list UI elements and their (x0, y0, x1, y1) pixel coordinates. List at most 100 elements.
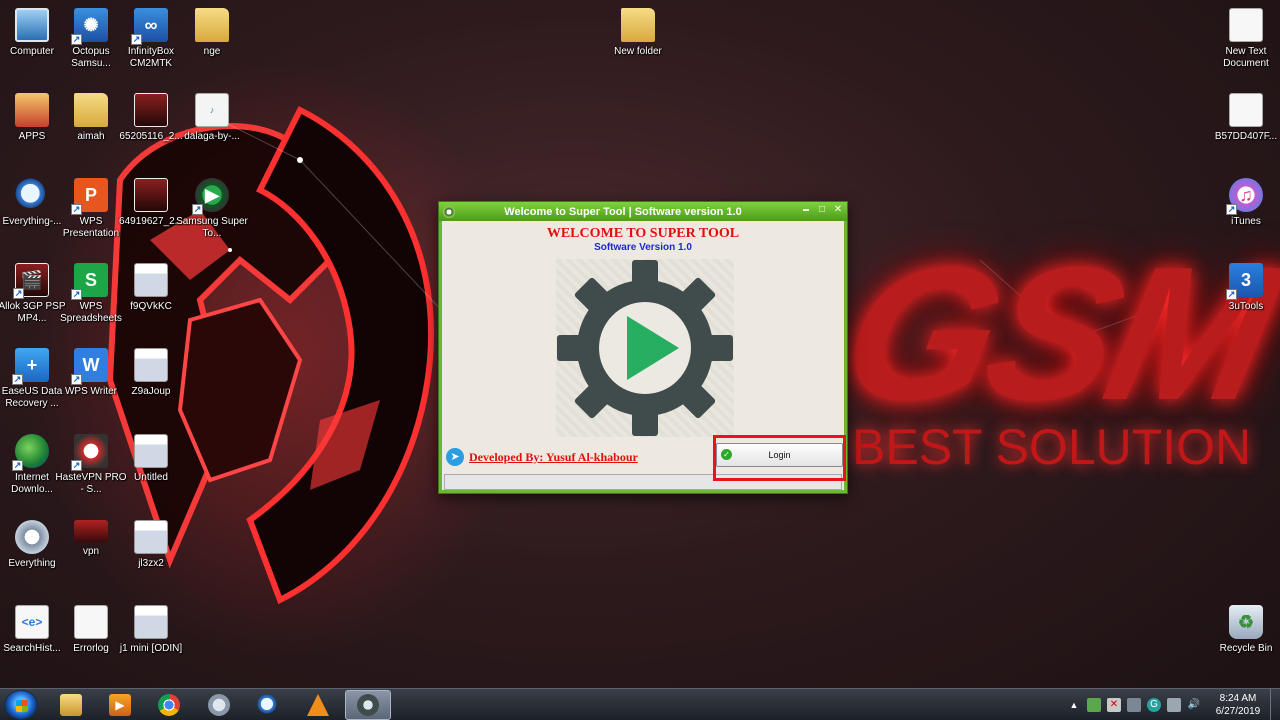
desktop-icon-wps-spreadsheets[interactable]: S ↗ WPS Spreadsheets (59, 263, 123, 325)
desktop-icon-b57dd407f[interactable]: B57DD407F... (1214, 93, 1278, 143)
tray-green-icon[interactable]: G (1147, 698, 1161, 712)
developer-link[interactable]: Developed By: Yusuf Al-khabour (469, 450, 638, 465)
desktop-icon-untitled[interactable]: Untitled (119, 434, 183, 484)
driver-tool-icon (208, 694, 230, 716)
desktop-icon-label: vpn (82, 546, 100, 557)
desktop-icon-label: Samsung Super To... (176, 216, 248, 239)
desktop-icon-everything[interactable]: Everything (0, 520, 64, 570)
screenshot-icon (134, 348, 168, 382)
login-button[interactable]: ✓ Login (716, 443, 843, 467)
vlc-icon (307, 694, 329, 716)
desktop-icon-label: 3uTools (1228, 301, 1264, 312)
desktop-icon-label: jl3zx2 (138, 558, 164, 569)
screenshot-icon (134, 605, 168, 639)
taskbar: ▶ ▲ ✕ G 🔊 8:24 AM 6/27/2019 (0, 688, 1280, 720)
show-hidden-icons-icon[interactable]: ▲ (1067, 698, 1081, 712)
telegram-icon[interactable]: ➤ (446, 448, 464, 466)
desktop-icon-label: j1 mini [ODIN] (119, 643, 183, 654)
image-icon (134, 93, 168, 127)
taskbar-search-tool[interactable] (245, 690, 291, 720)
infinitybox-icon: ∞ ↗ (131, 8, 168, 45)
file-explorer-icon (60, 694, 82, 716)
search-tool-icon (257, 694, 279, 716)
taskbar-driver-tool[interactable] (196, 690, 242, 720)
octopus-icon: ✺ ↗ (71, 8, 108, 45)
desktop-icon-easeus[interactable]: + ↗ EaseUS Data Recovery ... (0, 348, 64, 410)
3utools-icon: 3 ↗ (1226, 263, 1263, 300)
idm-icon: ↗ (12, 434, 49, 471)
maximize-button[interactable]: □ (817, 203, 827, 217)
wallpaper-tagline: BEST SOLUTION (852, 419, 1252, 475)
media-player-icon: ▶ (109, 694, 131, 716)
developer-row: ➤ Developed By: Yusuf Al-khabour (446, 448, 638, 466)
check-icon: ✓ (721, 449, 732, 460)
itunes-icon: ♫ ↗ (1226, 178, 1263, 215)
desktop-icon-label: Z9aJoup (131, 386, 171, 397)
image-icon (134, 178, 168, 212)
vpn-icon (74, 520, 108, 542)
title-bar[interactable]: Welcome to Super Tool | Software version… (439, 202, 847, 221)
minimize-button[interactable]: ▬ (801, 203, 811, 217)
clock-date: 6/27/2019 (1215, 706, 1261, 717)
taskbar-media-player[interactable]: ▶ (97, 690, 143, 720)
desktop-icon-infinitybox[interactable]: ∞ ↗ InfinityBox CM2MTK (119, 8, 183, 70)
desktop-icon-hastevpn[interactable]: ↗ HasteVPN PRO - S... (55, 434, 127, 496)
logo-area (556, 259, 734, 437)
window-controls: ▬ □ ✕ (801, 203, 843, 217)
desktop-icon-wps-presentation[interactable]: P ↗ WPS Presentation (59, 178, 123, 240)
desktop-icon-3utools[interactable]: 3 ↗ 3uTools (1214, 263, 1278, 313)
super-tool-icon (357, 694, 379, 716)
desktop-icon-z9ajoup[interactable]: Z9aJoup (119, 348, 183, 398)
desktop-icon-dalaga[interactable]: ♪ dalaga-by-... (180, 93, 244, 143)
wps-writer-icon: W ↗ (71, 348, 108, 385)
screenshot-icon (134, 520, 168, 554)
mp3-icon: ♪ (195, 93, 229, 127)
window-client: WELCOME TO SUPER TOOL Software Version 1… (442, 221, 844, 490)
desktop-icon-label: New Text Document (1223, 46, 1269, 69)
desktop-icon-label: New folder (614, 46, 662, 57)
folder-icon (74, 93, 108, 127)
desktop-icon-label: dalaga-by-... (184, 131, 240, 142)
wps-spreadsheets-icon: S ↗ (71, 263, 108, 300)
clock-time: 8:24 AM (1219, 693, 1257, 704)
recycle-bin-icon: ♻ (1229, 605, 1263, 639)
text-document-icon (1229, 8, 1263, 42)
taskbar-file-explorer[interactable] (48, 690, 94, 720)
easeus-icon: + ↗ (12, 348, 49, 385)
desktop-icon-itunes[interactable]: ♫ ↗ iTunes (1214, 178, 1278, 228)
volume-icon[interactable]: 🔊 (1187, 698, 1201, 712)
tray-app-icon[interactable] (1087, 698, 1101, 712)
taskbar-super-tool[interactable] (345, 690, 391, 720)
search-history-icon: <e> (15, 605, 49, 639)
desktop-icon-jl3zx2[interactable]: jl3zx2 (119, 520, 183, 570)
screenshot-icon (134, 434, 168, 468)
start-button[interactable] (4, 690, 38, 720)
screenshot-icon (134, 263, 168, 297)
desktop-icon-f9qvkkc[interactable]: f9QVkKC (119, 263, 183, 313)
samsung-super-tool-icon: ▶ ↗ (192, 178, 229, 215)
clock[interactable]: 8:24 AM 6/27/2019 (1210, 692, 1266, 718)
taskbar-vlc[interactable] (295, 690, 341, 720)
desktop-icon-nge[interactable]: nge (180, 8, 244, 58)
gear-icon (15, 520, 49, 554)
action-center-icon[interactable]: ✕ (1107, 698, 1121, 712)
desktop-icon-label: nge (203, 46, 221, 57)
show-desktop-button[interactable] (1270, 689, 1280, 720)
desktop-icon-recycle-bin[interactable]: ♻ Recycle Bin (1214, 605, 1278, 655)
desktop-icon-label: B57DD407F... (1214, 131, 1278, 142)
desktop-icon-j1-mini[interactable]: j1 mini [ODIN] (119, 605, 183, 655)
gear-play-logo-icon (557, 260, 733, 436)
desktop-icon-vpn[interactable]: vpn (59, 520, 123, 558)
version-subheading: Software Version 1.0 (594, 242, 692, 253)
close-button[interactable]: ✕ (833, 203, 843, 217)
desktop-icon-label: iTunes (1231, 216, 1261, 227)
desktop-icon-new-folder[interactable]: New folder (606, 8, 670, 58)
system-tray: ▲ ✕ G 🔊 8:24 AM 6/27/2019 (1064, 689, 1280, 720)
text-document-icon (74, 605, 108, 639)
network-icon[interactable] (1167, 698, 1181, 712)
login-label: Login (768, 450, 791, 460)
taskbar-chrome[interactable] (146, 690, 192, 720)
tray-tool-icon[interactable] (1127, 698, 1141, 712)
desktop-icon-new-text-document[interactable]: New Text Document (1214, 8, 1278, 70)
desktop-icon-samsung-super-tool[interactable]: ▶ ↗ Samsung Super To... (176, 178, 248, 240)
